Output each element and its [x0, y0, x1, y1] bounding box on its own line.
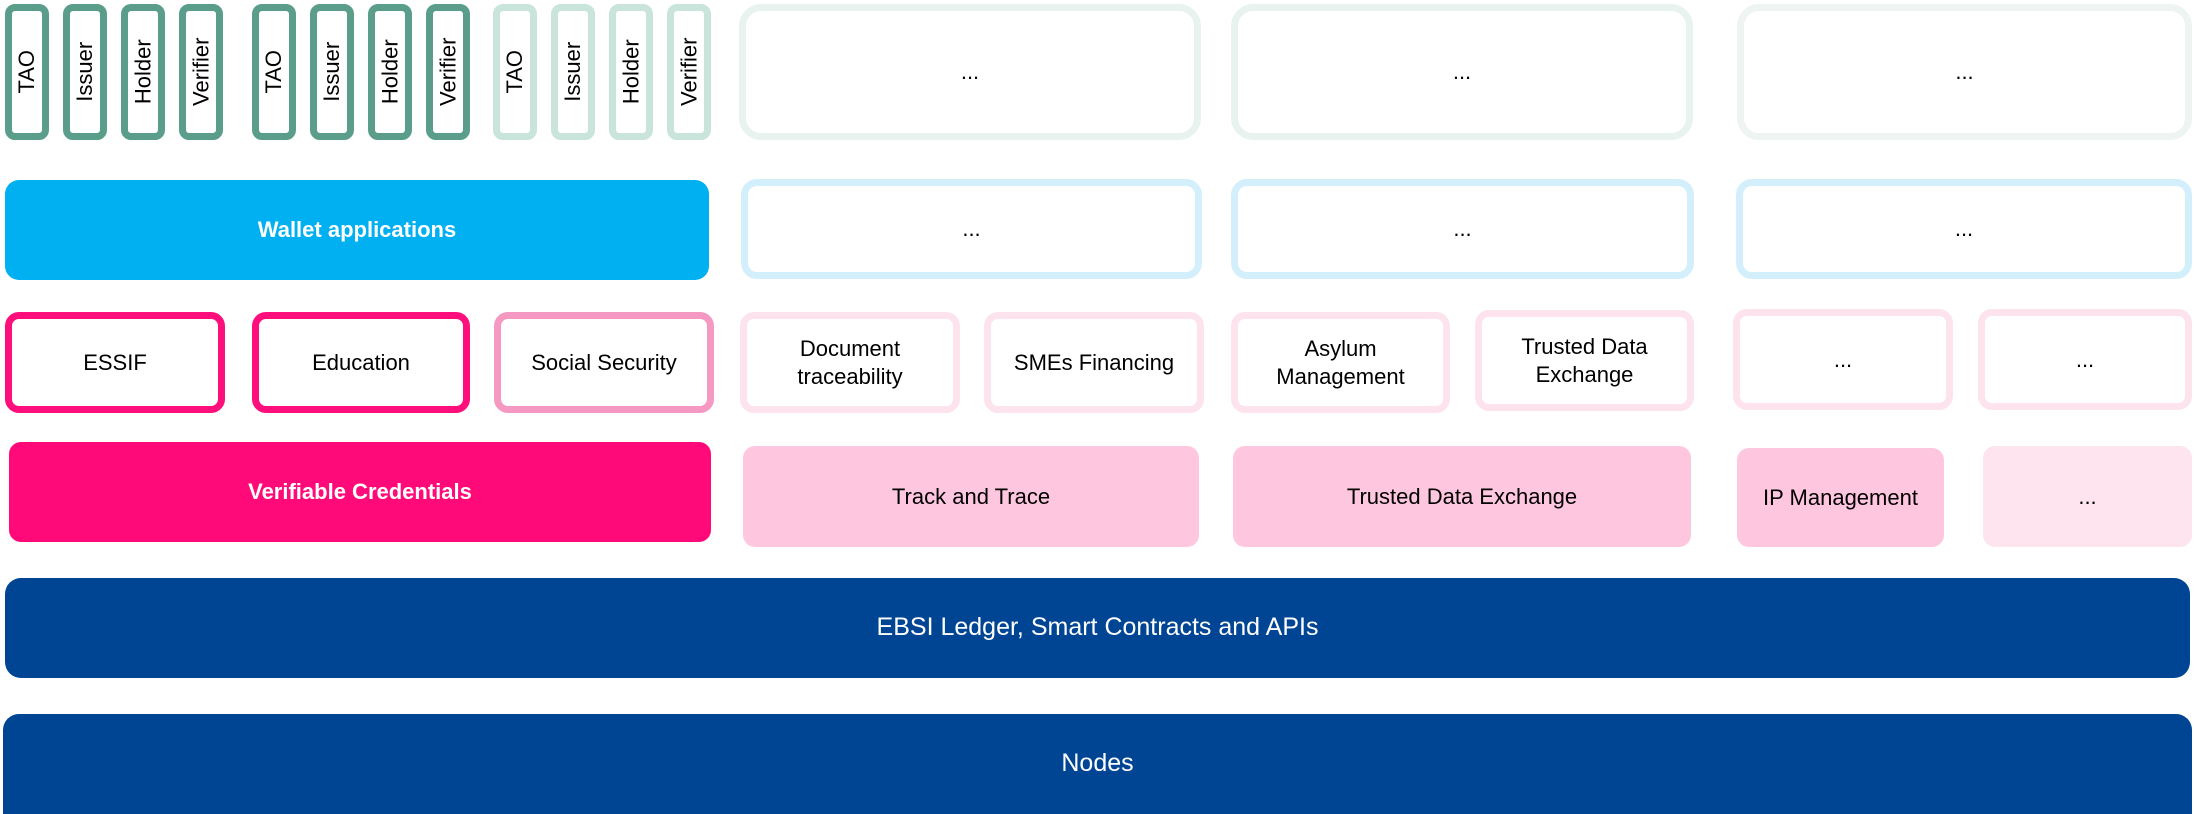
- use-case-asylum-management: Asylum Management: [1231, 312, 1450, 413]
- use-case-education: Education: [252, 312, 470, 413]
- placeholder-box: ...: [741, 179, 1202, 279]
- role-issuer: Issuer: [63, 4, 107, 140]
- placeholder-box: ...: [1978, 309, 2192, 410]
- placeholder-box: ...: [1231, 4, 1693, 140]
- role-holder: Holder: [368, 4, 412, 140]
- role-verifier: Verifier: [667, 4, 711, 140]
- role-verifier: Verifier: [179, 4, 223, 140]
- role-issuer: Issuer: [551, 4, 595, 140]
- use-case-trusted-data-exchange: Trusted Data Exchange: [1475, 310, 1694, 411]
- role-tao: TAO: [5, 4, 49, 140]
- nodes: Nodes: [3, 714, 2192, 814]
- placeholder-box: ...: [739, 4, 1201, 140]
- service-trusted-data-exchange: Trusted Data Exchange: [1233, 446, 1691, 547]
- role-tao: TAO: [493, 4, 537, 140]
- use-case-document-traceability: Document traceability: [740, 312, 960, 413]
- service-ip-management: IP Management: [1737, 448, 1944, 547]
- placeholder-box: ...: [1231, 179, 1694, 279]
- role-holder: Holder: [121, 4, 165, 140]
- service-track-and-trace: Track and Trace: [743, 446, 1199, 547]
- use-case-social-security: Social Security: [494, 312, 714, 413]
- role-issuer: Issuer: [310, 4, 354, 140]
- placeholder-box: ...: [1736, 179, 2192, 279]
- placeholder-box: ...: [1737, 4, 2192, 140]
- placeholder-box: ...: [1733, 309, 1953, 410]
- use-case-smes-financing: SMEs Financing: [984, 312, 1204, 413]
- verifiable-credentials: Verifiable Credentials: [9, 442, 711, 542]
- wallet-applications: Wallet applications: [5, 180, 709, 280]
- role-holder: Holder: [609, 4, 653, 140]
- placeholder-box: ...: [1983, 446, 2192, 547]
- use-case-essif: ESSIF: [5, 312, 225, 413]
- role-tao: TAO: [252, 4, 296, 140]
- role-verifier: Verifier: [426, 4, 470, 140]
- ebsi-ledger: EBSI Ledger, Smart Contracts and APIs: [5, 578, 2190, 678]
